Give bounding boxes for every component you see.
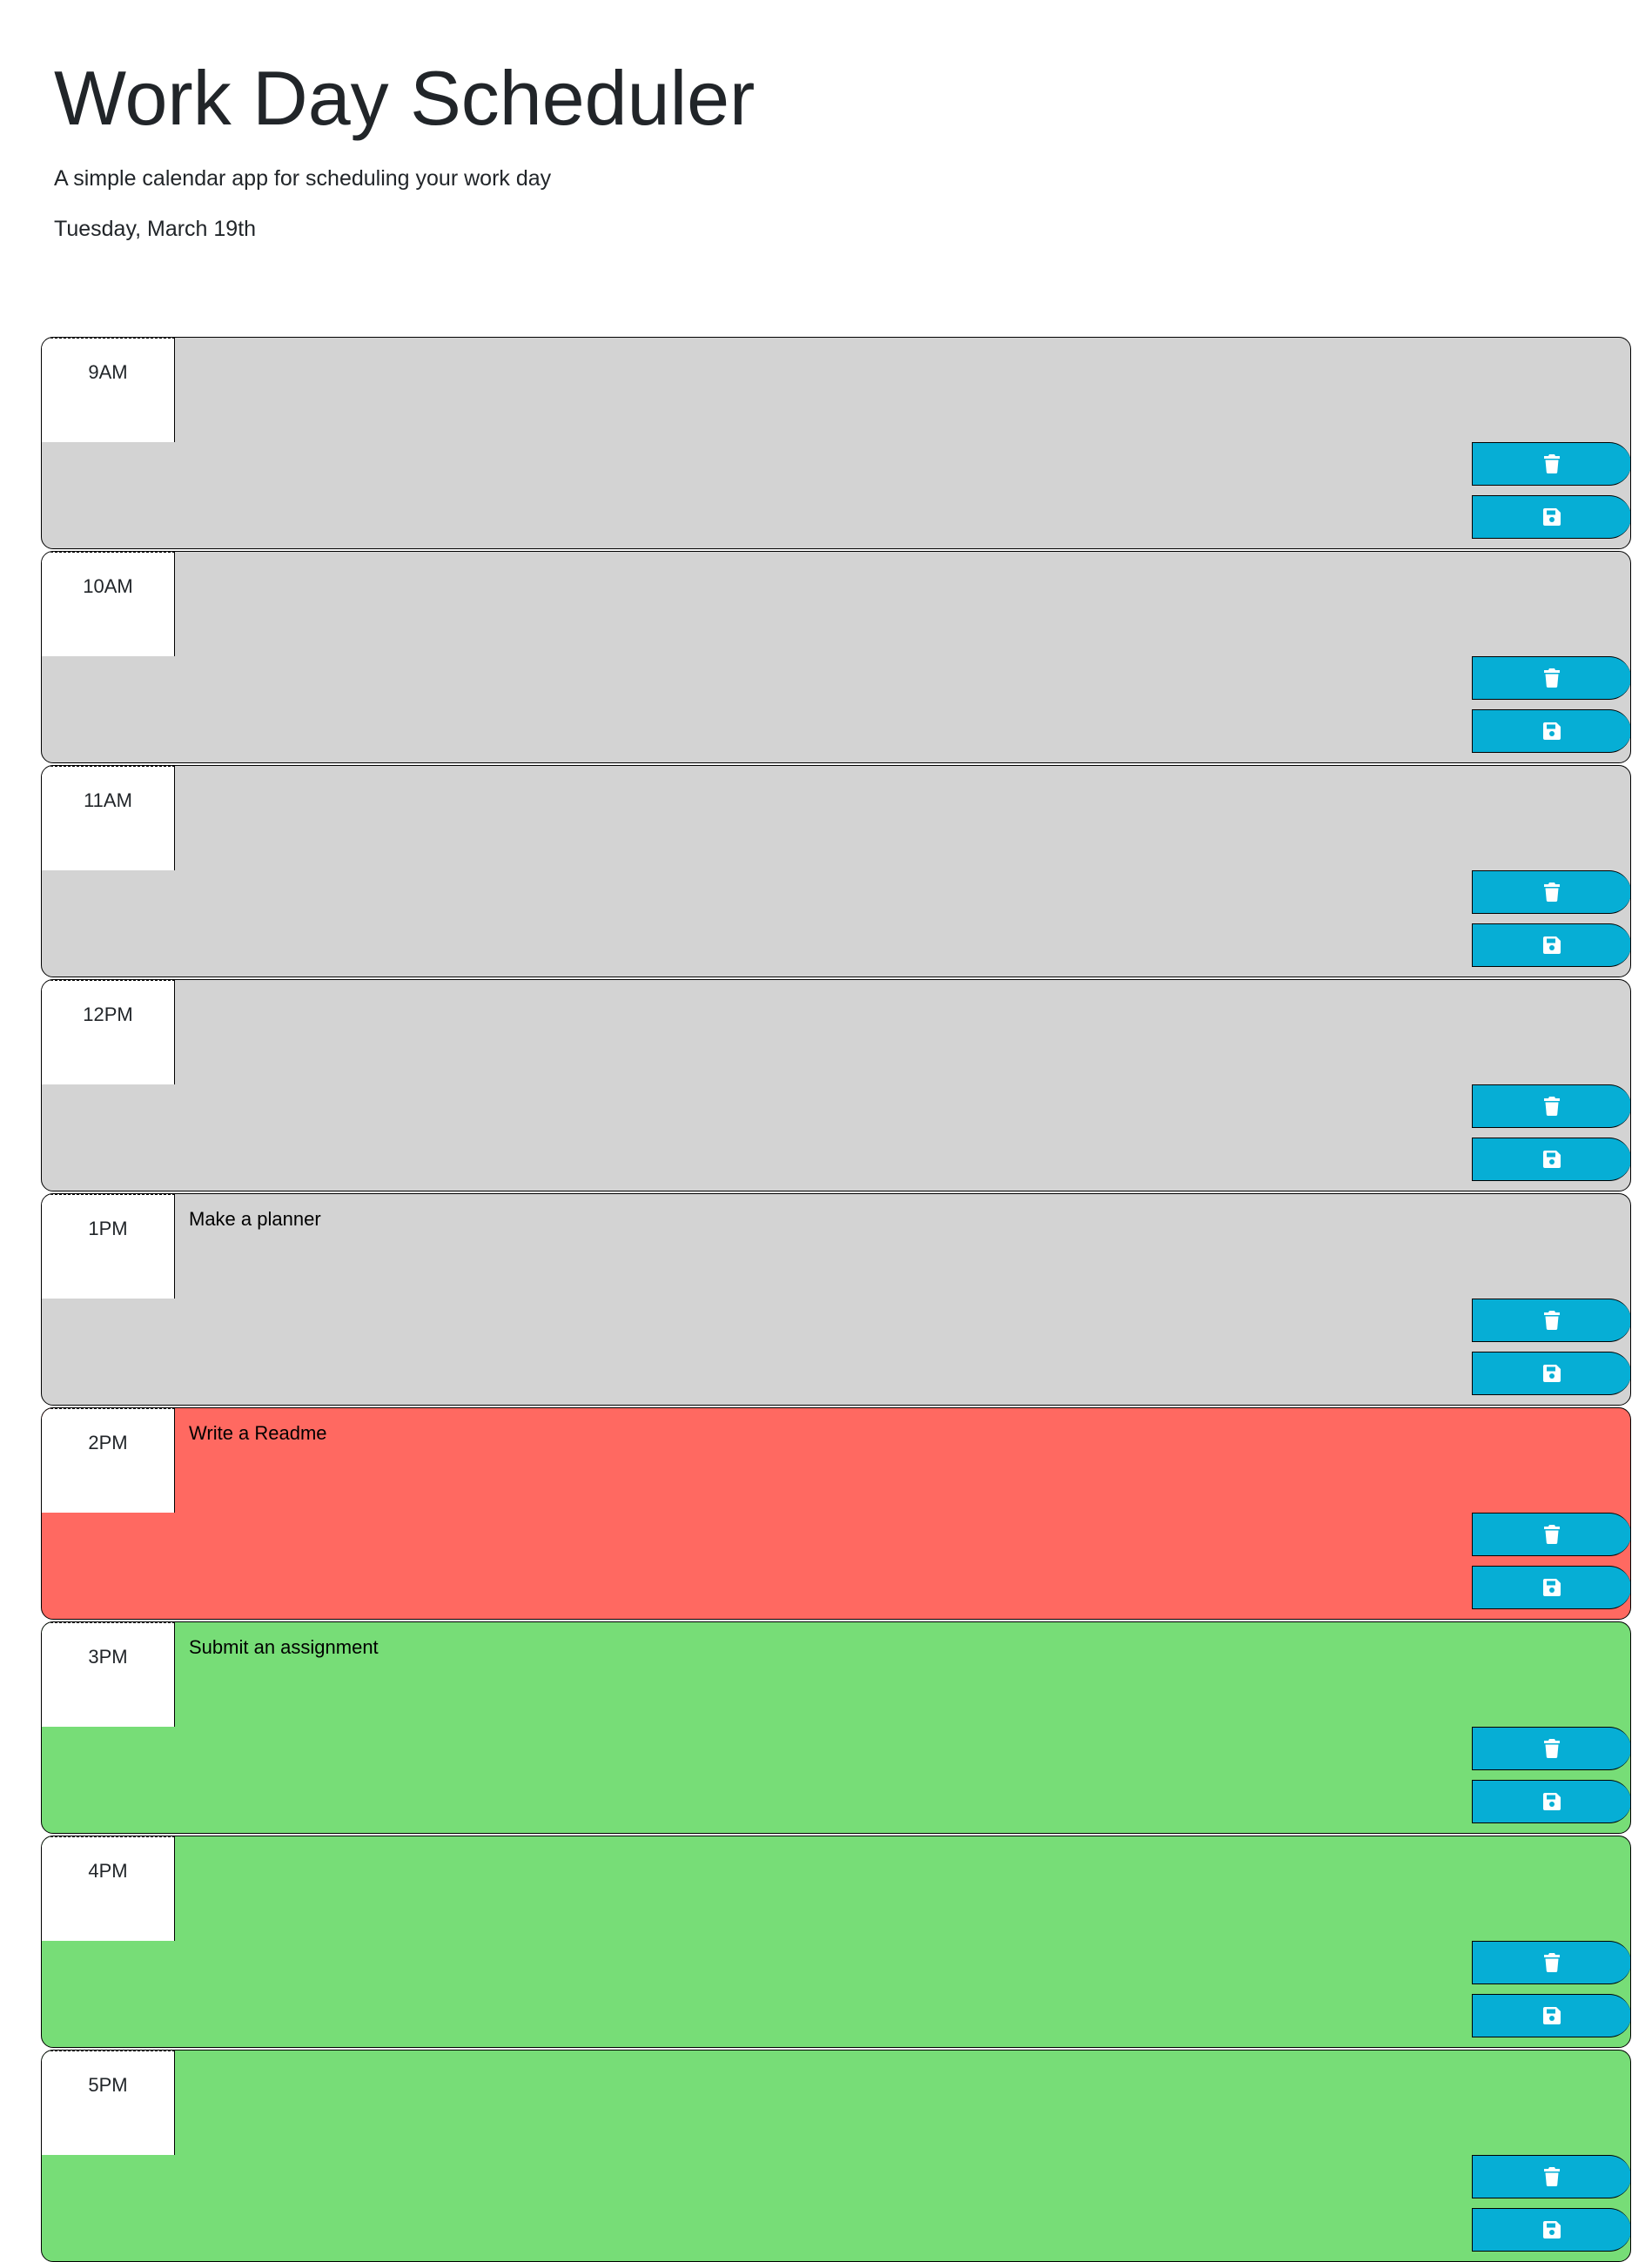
delete-button[interactable] xyxy=(1472,1941,1630,1984)
floppy-disk-icon xyxy=(1543,2221,1561,2239)
time-block-4pm: 4PM xyxy=(41,1836,1631,2048)
hour-label: 10AM xyxy=(42,552,175,656)
time-block-2pm: 2PM Write a Readme xyxy=(41,1407,1631,1620)
page-subtitle: A simple calendar app for scheduling you… xyxy=(54,166,552,191)
hour-label: 9AM xyxy=(42,338,175,442)
hour-label: 2PM xyxy=(42,1408,175,1513)
delete-button[interactable] xyxy=(1472,1084,1630,1128)
hour-label: 11AM xyxy=(42,766,175,870)
delete-button[interactable] xyxy=(1472,1727,1630,1770)
trash-icon xyxy=(1544,1953,1560,1972)
hour-label: 1PM xyxy=(42,1194,175,1299)
event-description-input[interactable] xyxy=(177,766,1622,870)
floppy-disk-icon xyxy=(1543,1365,1561,1382)
delete-button[interactable] xyxy=(1472,442,1630,486)
time-block-11am: 11AM xyxy=(41,765,1631,977)
delete-button[interactable] xyxy=(1472,870,1630,914)
delete-button[interactable] xyxy=(1472,1513,1630,1556)
current-day: Tuesday, March 19th xyxy=(54,217,257,241)
event-description-input[interactable] xyxy=(177,2051,1622,2155)
hour-label: 4PM xyxy=(42,1836,175,1941)
event-description-input[interactable]: Make a planner xyxy=(177,1194,1622,1299)
save-button[interactable] xyxy=(1472,1994,1630,2037)
event-description-input[interactable]: Write a Readme xyxy=(177,1408,1622,1513)
save-button[interactable] xyxy=(1472,2208,1630,2252)
trash-icon xyxy=(1544,1525,1560,1544)
floppy-disk-icon xyxy=(1543,722,1561,740)
save-button[interactable] xyxy=(1472,1138,1630,1181)
hour-label: 3PM xyxy=(42,1622,175,1727)
time-block-9am: 9AM xyxy=(41,337,1631,549)
floppy-disk-icon xyxy=(1543,1151,1561,1168)
save-button[interactable] xyxy=(1472,923,1630,967)
trash-icon xyxy=(1544,1739,1560,1758)
event-description-input[interactable]: Submit an assignment xyxy=(177,1622,1622,1727)
floppy-disk-icon xyxy=(1543,936,1561,954)
trash-icon xyxy=(1544,454,1560,473)
save-button[interactable] xyxy=(1472,1352,1630,1395)
time-block-5pm: 5PM xyxy=(41,2050,1631,2262)
trash-icon xyxy=(1544,2167,1560,2186)
event-description-input[interactable] xyxy=(177,338,1622,442)
trash-icon xyxy=(1544,1097,1560,1116)
trash-icon xyxy=(1544,1311,1560,1330)
time-block-3pm: 3PM Submit an assignment xyxy=(41,1621,1631,1834)
delete-button[interactable] xyxy=(1472,656,1630,700)
event-description-input[interactable] xyxy=(177,552,1622,656)
schedule-container: 9AM 10AM 11AM 12PM 1PM Make a planner 2PM Write… xyxy=(41,337,1631,2262)
page-title: Work Day Scheduler xyxy=(54,55,755,141)
event-description-input[interactable] xyxy=(177,980,1622,1084)
time-block-1pm: 1PM Make a planner xyxy=(41,1193,1631,1406)
save-button[interactable] xyxy=(1472,1780,1630,1823)
save-button[interactable] xyxy=(1472,495,1630,539)
floppy-disk-icon xyxy=(1543,1579,1561,1596)
floppy-disk-icon xyxy=(1543,1793,1561,1810)
trash-icon xyxy=(1544,668,1560,688)
save-button[interactable] xyxy=(1472,709,1630,753)
time-block-10am: 10AM xyxy=(41,551,1631,763)
time-block-12pm: 12PM xyxy=(41,979,1631,1191)
trash-icon xyxy=(1544,883,1560,902)
header: Work Day Scheduler A simple calendar app… xyxy=(54,50,1534,244)
floppy-disk-icon xyxy=(1543,2007,1561,2024)
delete-button[interactable] xyxy=(1472,2155,1630,2198)
delete-button[interactable] xyxy=(1472,1299,1630,1342)
save-button[interactable] xyxy=(1472,1566,1630,1609)
event-description-input[interactable] xyxy=(177,1836,1622,1941)
hour-label: 12PM xyxy=(42,980,175,1084)
floppy-disk-icon xyxy=(1543,508,1561,526)
hour-label: 5PM xyxy=(42,2051,175,2155)
